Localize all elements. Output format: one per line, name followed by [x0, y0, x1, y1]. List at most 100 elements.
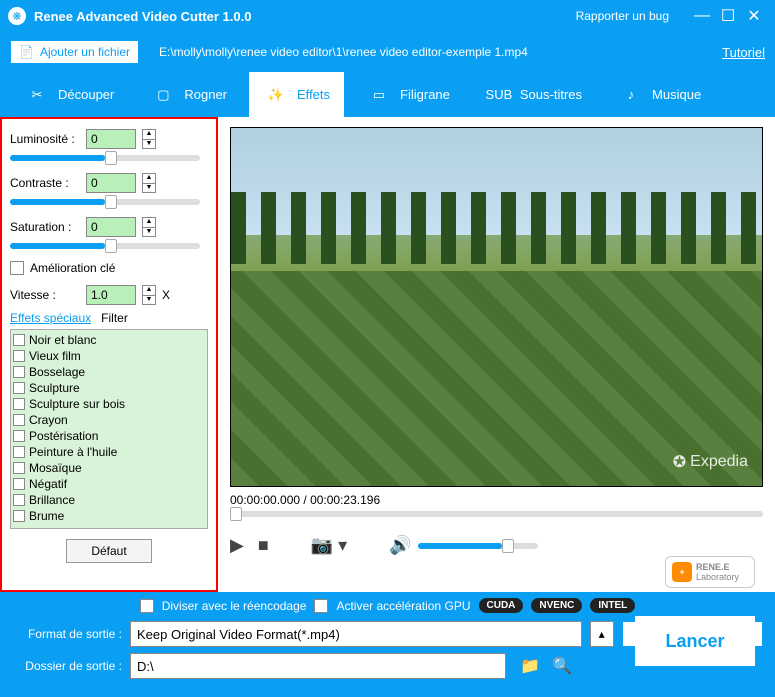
- scissors-icon: ✂: [24, 84, 50, 106]
- current-filepath: E:\molly\molly\renee video editor\1\rene…: [159, 45, 528, 59]
- output-format-select[interactable]: Keep Original Video Format(*.mp4): [130, 621, 582, 647]
- tab-effects[interactable]: ✨ Effets: [249, 72, 344, 117]
- saturation-slider[interactable]: [10, 243, 200, 249]
- speed-spinner[interactable]: ▲▼: [142, 285, 156, 305]
- gpu-accel-checkbox[interactable]: [314, 599, 328, 613]
- folder-search-icon[interactable]: 🔍: [552, 656, 572, 676]
- speed-input[interactable]: [86, 285, 136, 305]
- filter-tab[interactable]: Filter: [101, 311, 128, 325]
- tab-crop[interactable]: ▢ Rogner: [136, 72, 241, 117]
- filter-item[interactable]: Crayon: [13, 412, 205, 428]
- contrast-label: Contraste :: [10, 176, 80, 190]
- maximize-button[interactable]: ☐: [715, 6, 741, 26]
- format-dropdown-button[interactable]: ▴: [590, 621, 614, 647]
- tab-music[interactable]: ♪ Musique: [604, 72, 715, 117]
- renee-logo: + RENE.ELaboratory: [665, 556, 755, 588]
- main-tabs: ✂ Découper ▢ Rogner ✨ Effets ▭ Filigrane…: [0, 72, 775, 117]
- filter-checkbox[interactable]: [13, 510, 25, 522]
- stop-button[interactable]: ■: [258, 535, 269, 556]
- filter-checkbox[interactable]: [13, 494, 25, 506]
- report-bug-link[interactable]: Rapporter un bug: [576, 9, 669, 23]
- filter-checkbox[interactable]: [13, 334, 25, 346]
- contrast-input[interactable]: [86, 173, 136, 193]
- tab-cut[interactable]: ✂ Découper: [10, 72, 128, 117]
- filter-checkbox[interactable]: [13, 366, 25, 378]
- crop-icon: ▢: [150, 84, 176, 106]
- plus-icon: +: [672, 562, 692, 582]
- volume-slider[interactable]: [418, 543, 538, 549]
- titlebar: ❋ Renee Advanced Video Cutter 1.0.0 Rapp…: [0, 0, 775, 32]
- effects-panel: Luminosité : ▲▼ Contraste : ▲▼ Saturatio…: [0, 117, 218, 592]
- folder-browse-icon[interactable]: 📁: [520, 656, 540, 676]
- app-title: Renee Advanced Video Cutter 1.0.0: [34, 9, 251, 24]
- add-file-button[interactable]: 📄 Ajouter un fichier: [10, 40, 139, 64]
- filter-item[interactable]: Noir et blanc: [13, 332, 205, 348]
- key-enhancement-label: Amélioration clé: [30, 261, 115, 275]
- filter-item[interactable]: Brillance: [13, 492, 205, 508]
- saturation-spinner[interactable]: ▲▼: [142, 217, 156, 237]
- wand-icon: ✨: [263, 84, 289, 106]
- contrast-slider[interactable]: [10, 199, 200, 205]
- filter-item[interactable]: Brume: [13, 508, 205, 524]
- filter-checkbox[interactable]: [13, 398, 25, 410]
- file-toolbar: 📄 Ajouter un fichier E:\molly\molly\rene…: [0, 32, 775, 72]
- key-enhancement-checkbox[interactable]: [10, 261, 24, 275]
- filter-item[interactable]: Mosaïque: [13, 460, 205, 476]
- saturation-input[interactable]: [86, 217, 136, 237]
- filter-item[interactable]: Postérisation: [13, 428, 205, 444]
- contrast-spinner[interactable]: ▲▼: [142, 173, 156, 193]
- filter-checkbox[interactable]: [13, 350, 25, 362]
- intel-badge: INTEL: [590, 598, 635, 613]
- brightness-spinner[interactable]: ▲▼: [142, 129, 156, 149]
- launch-button[interactable]: Lancer: [635, 616, 755, 666]
- close-button[interactable]: ✕: [741, 6, 767, 26]
- filter-item[interactable]: Bosselage: [13, 364, 205, 380]
- tab-subtitles[interactable]: SUB Sous-titres: [472, 72, 596, 117]
- filter-checkbox[interactable]: [13, 414, 25, 426]
- output-folder-input[interactable]: D:\: [130, 653, 506, 679]
- preview-watermark: ✪ Expedia: [673, 452, 748, 472]
- filter-checkbox[interactable]: [13, 462, 25, 474]
- nvenc-badge: NVENC: [531, 598, 582, 613]
- volume-icon[interactable]: 🔊: [389, 535, 411, 556]
- filter-checkbox[interactable]: [13, 446, 25, 458]
- gpu-accel-label: Activer accélération GPU: [336, 599, 470, 613]
- filter-item[interactable]: Vieux film: [13, 348, 205, 364]
- filter-item[interactable]: Négatif: [13, 476, 205, 492]
- special-effects-tab[interactable]: Effets spéciaux: [10, 311, 91, 325]
- output-format-label: Format de sortie :: [12, 627, 122, 641]
- brightness-label: Luminosité :: [10, 132, 80, 146]
- seek-slider[interactable]: [230, 511, 763, 517]
- snapshot-button[interactable]: 📷 ▾: [311, 535, 347, 556]
- output-folder-label: Dossier de sortie :: [12, 659, 122, 673]
- filter-item[interactable]: Sculpture: [13, 380, 205, 396]
- timecode-display: 00:00:00.000 / 00:00:23.196: [230, 493, 763, 507]
- app-logo-icon: ❋: [8, 7, 26, 25]
- globe-icon: ✪: [673, 452, 686, 472]
- speed-label: Vitesse :: [10, 288, 80, 302]
- filter-item[interactable]: Sculpture sur bois: [13, 396, 205, 412]
- preview-panel: ✪ Expedia 00:00:00.000 / 00:00:23.196 ▶ …: [218, 117, 775, 592]
- filter-checkbox[interactable]: [13, 430, 25, 442]
- play-button[interactable]: ▶: [230, 535, 244, 556]
- split-reencode-label: Diviser avec le réencodage: [162, 599, 307, 613]
- default-button[interactable]: Défaut: [66, 539, 151, 563]
- subtitles-icon: SUB: [486, 84, 512, 106]
- filter-checkbox[interactable]: [13, 382, 25, 394]
- tutorial-link[interactable]: Tutoriel: [722, 45, 765, 60]
- brightness-input[interactable]: [86, 129, 136, 149]
- watermark-icon: ▭: [366, 84, 392, 106]
- speed-unit: X: [162, 288, 170, 302]
- add-file-label: Ajouter un fichier: [40, 45, 130, 59]
- filter-item[interactable]: Peinture à l'huile: [13, 444, 205, 460]
- split-reencode-checkbox[interactable]: [140, 599, 154, 613]
- brightness-slider[interactable]: [10, 155, 200, 161]
- filter-checkbox[interactable]: [13, 478, 25, 490]
- video-preview[interactable]: ✪ Expedia: [230, 127, 763, 487]
- filter-list[interactable]: Noir et blancVieux filmBosselageSculptur…: [10, 329, 208, 529]
- cuda-badge: CUDA: [479, 598, 524, 613]
- saturation-label: Saturation :: [10, 220, 80, 234]
- music-icon: ♪: [618, 84, 644, 106]
- minimize-button[interactable]: —: [689, 7, 715, 25]
- tab-watermark[interactable]: ▭ Filigrane: [352, 72, 464, 117]
